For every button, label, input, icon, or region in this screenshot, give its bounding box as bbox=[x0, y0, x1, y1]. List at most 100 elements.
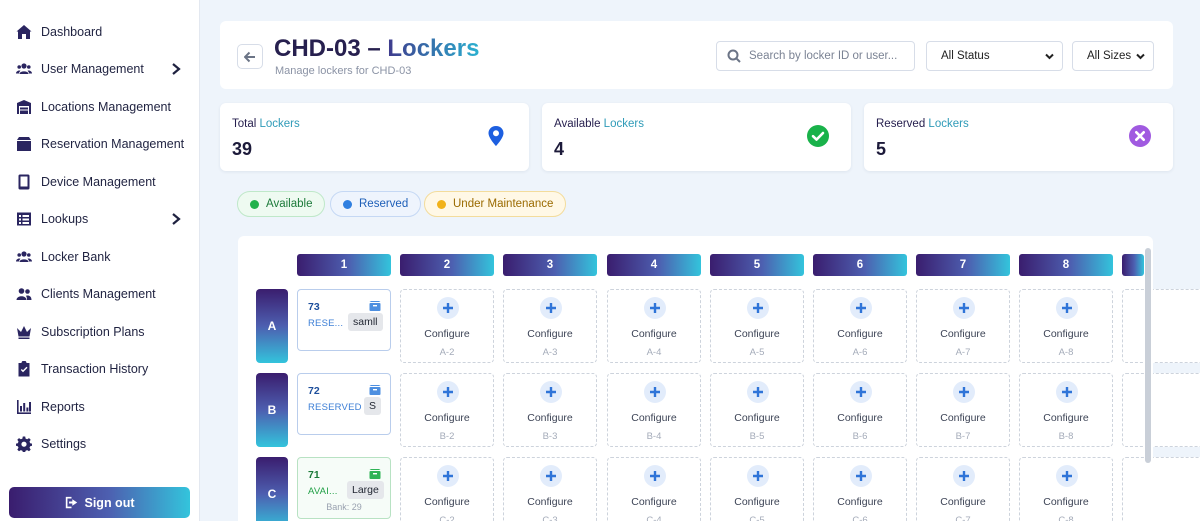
plus-icon bbox=[644, 465, 666, 487]
configure-cell[interactable]: Configure C-6 bbox=[813, 457, 907, 521]
sidebar-item-reports[interactable]: Reports bbox=[0, 389, 200, 425]
cell-id: B-8 bbox=[1058, 431, 1074, 442]
sign-out-label: Sign out bbox=[84, 495, 135, 510]
column-header: 1 bbox=[297, 254, 391, 276]
cell-id: B-2 bbox=[439, 431, 455, 442]
configure-cell[interactable]: Configure C-7 bbox=[916, 457, 1010, 521]
locker-card[interactable]: 71 AVAI... Large Bank: 29 bbox=[297, 457, 391, 519]
configure-label: Configure bbox=[631, 496, 677, 508]
legend-under-maintenance[interactable]: Under Maintenance bbox=[424, 191, 567, 217]
configure-cell[interactable]: Configure A-8 bbox=[1019, 289, 1113, 363]
size-filter-value: All Sizes bbox=[1087, 50, 1132, 62]
chevron-down-icon bbox=[1136, 52, 1145, 61]
configure-cell-partial[interactable] bbox=[1122, 457, 1200, 521]
stat-label-main: Reserved bbox=[876, 118, 926, 130]
stat-card-reserved: Reserved Lockers 5 bbox=[864, 103, 1173, 171]
sidebar-item-label: User Management bbox=[41, 62, 144, 76]
locker-card[interactable]: 73 RESE... samll bbox=[297, 289, 391, 351]
locker-card[interactable]: 72 RESERVED S bbox=[297, 373, 391, 435]
sidebar-item-locations-management[interactable]: Locations Management bbox=[0, 89, 200, 125]
check-circle-icon bbox=[807, 125, 829, 147]
stat-label: Reserved Lockers bbox=[876, 118, 969, 130]
search-input[interactable] bbox=[749, 50, 909, 62]
configure-cell[interactable]: Configure B-3 bbox=[503, 373, 597, 447]
search-field[interactable] bbox=[716, 41, 915, 71]
cell-id: C-3 bbox=[542, 515, 558, 521]
configure-cell[interactable]: Configure B-4 bbox=[607, 373, 701, 447]
crown-icon bbox=[15, 323, 33, 341]
configure-label: Configure bbox=[1043, 412, 1089, 424]
configure-cell[interactable]: Configure A-7 bbox=[916, 289, 1010, 363]
locker-number: 73 bbox=[308, 301, 320, 313]
user-group-icon bbox=[15, 285, 33, 303]
configure-cell[interactable]: Configure A-4 bbox=[607, 289, 701, 363]
configure-cell[interactable]: Configure A-5 bbox=[710, 289, 804, 363]
legend-label: Under Maintenance bbox=[453, 198, 554, 210]
configure-cell[interactable]: Configure B-2 bbox=[400, 373, 494, 447]
size-filter-select[interactable]: All Sizes bbox=[1072, 41, 1154, 71]
configure-cell[interactable]: Configure A-6 bbox=[813, 289, 907, 363]
box-icon bbox=[369, 301, 381, 311]
sidebar-item-label: Device Management bbox=[41, 175, 156, 189]
sidebar-item-label: Locker Bank bbox=[41, 250, 111, 264]
sidebar-item-transaction-history[interactable]: Transaction History bbox=[0, 351, 200, 387]
status-dot bbox=[343, 199, 352, 209]
configure-label: Configure bbox=[424, 328, 470, 340]
sign-out-icon bbox=[65, 496, 77, 509]
warehouse-icon bbox=[15, 98, 33, 116]
configure-cell[interactable]: Configure A-3 bbox=[503, 289, 597, 363]
cell-id: A-7 bbox=[955, 347, 971, 358]
stat-card-total: Total Lockers 39 bbox=[220, 103, 529, 171]
cell-id: B-5 bbox=[749, 431, 765, 442]
grid-scrollbar[interactable] bbox=[1145, 248, 1151, 463]
plus-icon bbox=[437, 465, 459, 487]
bar-chart-icon bbox=[15, 398, 33, 416]
sidebar-item-subscription-plans[interactable]: Subscription Plans bbox=[0, 314, 200, 350]
sidebar-item-dashboard[interactable]: Dashboard bbox=[0, 14, 200, 50]
stat-label: Total Lockers bbox=[232, 118, 300, 130]
legend-available[interactable]: Available bbox=[237, 191, 326, 217]
legend-reserved[interactable]: Reserved bbox=[330, 191, 422, 217]
sidebar-item-user-management[interactable]: User Management bbox=[0, 51, 200, 87]
legend-label: Reserved bbox=[359, 198, 409, 210]
sign-out-button[interactable]: Sign out bbox=[9, 487, 190, 518]
sidebar-item-reservation-management[interactable]: Reservation Management bbox=[0, 126, 200, 162]
configure-cell[interactable]: Configure B-6 bbox=[813, 373, 907, 447]
configure-cell[interactable]: Configure C-2 bbox=[400, 457, 494, 521]
sidebar-item-clients-management[interactable]: Clients Management bbox=[0, 276, 200, 312]
configure-label: Configure bbox=[527, 328, 573, 340]
back-button[interactable] bbox=[237, 44, 263, 69]
configure-cell[interactable]: Configure B-7 bbox=[916, 373, 1010, 447]
configure-cell[interactable]: Configure A-2 bbox=[400, 289, 494, 363]
configure-label: Configure bbox=[837, 412, 883, 424]
configure-cell[interactable]: Configure C-8 bbox=[1019, 457, 1113, 521]
sidebar-item-label: Lookups bbox=[41, 212, 89, 226]
status-filter-select[interactable]: All Status bbox=[926, 41, 1063, 71]
x-circle-icon bbox=[1129, 125, 1151, 147]
row-header: C bbox=[256, 457, 288, 521]
chevron-down-icon bbox=[1045, 52, 1054, 61]
stat-label-main: Available bbox=[554, 118, 601, 130]
configure-cell[interactable]: Configure B-5 bbox=[710, 373, 804, 447]
configure-label: Configure bbox=[424, 412, 470, 424]
users-icon bbox=[15, 60, 33, 78]
cell-id: A-5 bbox=[749, 347, 765, 358]
cell-id: B-6 bbox=[852, 431, 868, 442]
configure-cell[interactable]: Configure B-8 bbox=[1019, 373, 1113, 447]
sidebar-item-label: Dashboard bbox=[41, 25, 103, 39]
configure-cell[interactable]: Configure C-3 bbox=[503, 457, 597, 521]
cell-id: A-8 bbox=[1058, 347, 1074, 358]
sidebar-item-lookups[interactable]: Lookups bbox=[0, 201, 200, 237]
sidebar-item-device-management[interactable]: Device Management bbox=[0, 164, 200, 200]
configure-label: Configure bbox=[1043, 496, 1089, 508]
sidebar-item-settings[interactable]: Settings bbox=[0, 426, 200, 462]
sidebar-item-locker-bank[interactable]: Locker Bank bbox=[0, 239, 200, 275]
cell-id: A-4 bbox=[646, 347, 662, 358]
configure-cell[interactable]: Configure C-5 bbox=[710, 457, 804, 521]
configure-cell-partial[interactable] bbox=[1122, 289, 1200, 363]
stat-value: 5 bbox=[876, 139, 887, 159]
configure-cell[interactable]: Configure C-4 bbox=[607, 457, 701, 521]
configure-cell-partial[interactable] bbox=[1122, 373, 1200, 447]
configure-label: Configure bbox=[631, 328, 677, 340]
cell-id: C-2 bbox=[439, 515, 455, 521]
